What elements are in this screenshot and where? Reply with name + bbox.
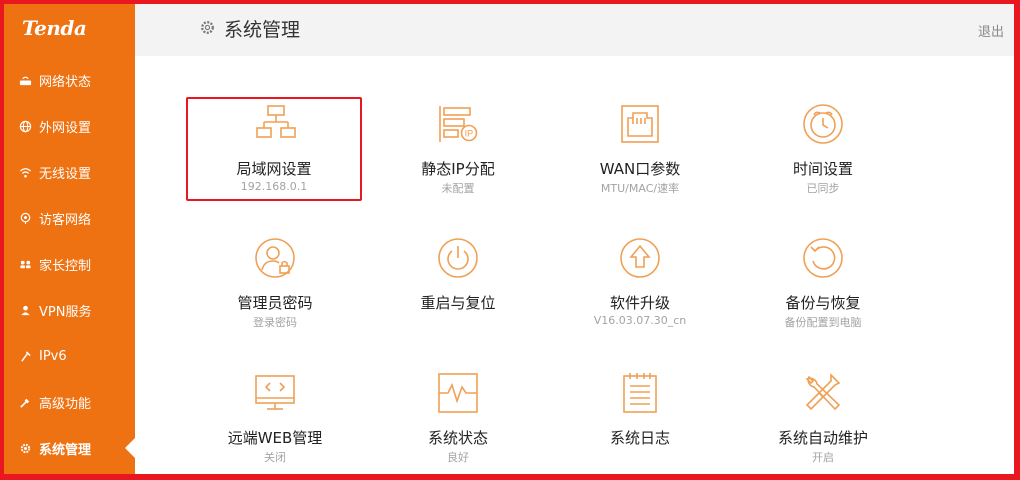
restore-icon [801, 236, 845, 280]
tile-system-status[interactable]: 系统状态 良好 [370, 368, 546, 472]
page-header: 系统管理 退出 [135, 4, 1014, 56]
vpn-icon [18, 303, 32, 317]
tile-label: 局域网设置 [236, 160, 312, 178]
tile-label: 管理员密码 [237, 294, 313, 312]
sidebar-item-label: 高级功能 [39, 396, 92, 412]
power-icon [436, 236, 480, 280]
pulse-monitor-icon [436, 371, 480, 415]
router-icon [18, 73, 32, 87]
tile-label: 系统自动维护 [777, 429, 868, 447]
tile-status: 良好 [447, 451, 469, 464]
tools-icon [18, 395, 32, 409]
sidebar-item-vpn[interactable]: VPN服务 [4, 287, 135, 333]
log-document-icon [618, 371, 662, 415]
sidebar: Tenda 网络状态 外网设置 无线设置 访客网络 家长控制 VPN服务 IPv… [4, 4, 135, 474]
wifi-icon [18, 165, 32, 179]
tile-status: 未配置 [441, 182, 475, 195]
active-indicator [125, 438, 135, 458]
sidebar-item-label: VPN服务 [39, 304, 92, 320]
sidebar-item-label: 网络状态 [39, 74, 92, 90]
lan-topology-icon [254, 102, 298, 146]
sidebar-item-label: 家长控制 [39, 258, 92, 274]
tile-status: MTU/MAC/速率 [600, 182, 680, 195]
static-ip-icon: IP [436, 102, 480, 146]
tile-status: 192.168.0.1 [240, 180, 308, 193]
tile-wan-params[interactable]: WAN口参数 MTU/MAC/速率 [552, 99, 728, 203]
tile-status: 备份配置到电脑 [784, 316, 862, 329]
sidebar-item-system-management[interactable]: 系统管理 [4, 425, 135, 471]
tile-status: 关闭 [264, 451, 286, 464]
sidebar-item-parental-control[interactable]: 家长控制 [4, 241, 135, 287]
sidebar-item-network-status[interactable]: 网络状态 [4, 57, 135, 103]
sidebar-item-guest-network[interactable]: 访客网络 [4, 195, 135, 241]
tile-static-ip[interactable]: IP 静态IP分配 未配置 [370, 99, 546, 203]
remote-monitor-icon [253, 371, 297, 415]
brand-logo: Tenda [22, 16, 87, 40]
tile-lan-settings[interactable]: 局域网设置 192.168.0.1 [186, 97, 362, 201]
upgrade-arrow-icon [618, 236, 662, 280]
tile-backup-restore[interactable]: 备份与恢复 备份配置到电脑 [735, 233, 911, 337]
tile-auto-maintenance[interactable]: 系统自动维护 开启 [735, 368, 911, 472]
tile-label: WAN口参数 [599, 160, 681, 178]
app-window: Tenda 网络状态 外网设置 无线设置 访客网络 家长控制 VPN服务 IPv… [4, 4, 1014, 474]
tile-label: 重启与复位 [420, 294, 496, 312]
tile-status: V16.03.07.30_cn [593, 314, 687, 327]
ethernet-port-icon [618, 102, 662, 146]
tile-label: 时间设置 [792, 160, 853, 178]
family-icon [18, 257, 32, 271]
tile-label: 软件升级 [609, 294, 670, 312]
tile-status: 登录密码 [253, 316, 297, 329]
tile-status: 已同步 [806, 182, 840, 195]
tile-time-settings[interactable]: 时间设置 已同步 [735, 99, 911, 203]
tile-label: 系统状态 [427, 429, 488, 447]
sidebar-item-label: 无线设置 [39, 166, 92, 182]
tile-firmware-upgrade[interactable]: 软件升级 V16.03.07.30_cn [552, 233, 728, 337]
sidebar-item-wireless[interactable]: 无线设置 [4, 149, 135, 195]
tile-label: 系统日志 [609, 429, 670, 447]
gear-icon [201, 21, 214, 34]
tile-reboot-reset[interactable]: 重启与复位 [370, 233, 546, 337]
svg-text:IP: IP [465, 129, 474, 139]
sidebar-item-label: 外网设置 [39, 120, 92, 136]
sidebar-item-label: 访客网络 [39, 212, 92, 228]
sidebar-item-label: IPv6 [39, 348, 67, 364]
gear-icon [18, 441, 32, 455]
sidebar-item-wan-settings[interactable]: 外网设置 [4, 103, 135, 149]
wrench-screwdriver-icon [801, 371, 845, 415]
ipv6-icon [18, 349, 32, 363]
tile-admin-password[interactable]: 管理员密码 登录密码 [187, 233, 363, 337]
admin-lock-icon [253, 236, 297, 280]
alarm-clock-icon [801, 102, 845, 146]
guest-icon [18, 211, 32, 225]
tile-label: 备份与恢复 [785, 294, 861, 312]
tile-status: 开启 [812, 451, 834, 464]
page-title: 系统管理 [224, 19, 301, 41]
tile-label: 远端WEB管理 [227, 429, 323, 447]
tile-system-log[interactable]: 系统日志 [552, 368, 728, 472]
globe-icon [18, 119, 32, 133]
tile-label: 静态IP分配 [421, 160, 495, 178]
logout-link[interactable]: 退出 [978, 21, 1004, 40]
sidebar-item-label: 系统管理 [39, 442, 92, 458]
tile-remote-web-management[interactable]: 远端WEB管理 关闭 [187, 368, 363, 472]
sidebar-item-ipv6[interactable]: IPv6 [4, 333, 135, 379]
sidebar-item-advanced[interactable]: 高级功能 [4, 379, 135, 425]
